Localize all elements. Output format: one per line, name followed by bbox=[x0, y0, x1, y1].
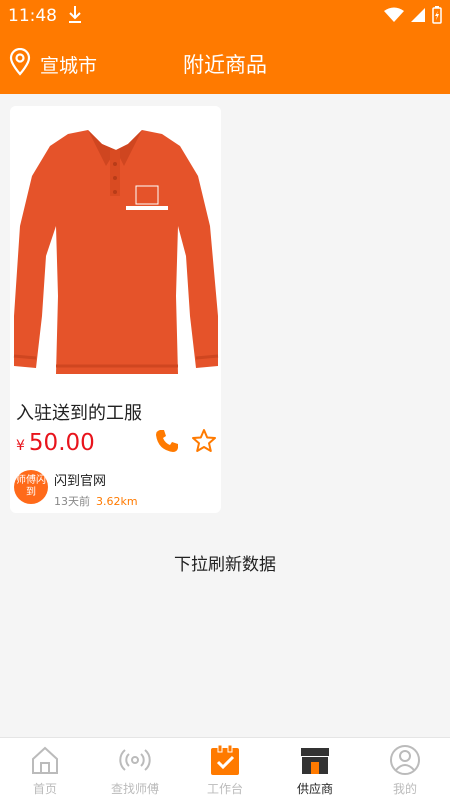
product-meta: 13天前 3.62km bbox=[54, 493, 138, 509]
status-time: 11:48 bbox=[8, 6, 57, 26]
page-title: 附近商品 bbox=[183, 53, 267, 77]
store-icon bbox=[299, 744, 331, 776]
product-card[interactable]: 入驻送到的工服 ¥ 50.00 师傅闪到 闪到官网 13天前 3.62km bbox=[10, 106, 221, 513]
tab-label: 我的 bbox=[392, 782, 417, 796]
system-icons bbox=[384, 6, 442, 28]
bottom-tab-bar: 首页 查找师傅 工作台 供应商 我的 bbox=[0, 737, 450, 800]
download-icon bbox=[68, 5, 82, 27]
distance: 3.62km bbox=[96, 495, 138, 508]
tab-workbench[interactable]: 工作台 bbox=[180, 738, 270, 800]
status-bar: 11:48 bbox=[0, 0, 450, 32]
broadcast-icon bbox=[119, 744, 151, 776]
product-name: 入驻送到的工服 bbox=[16, 403, 142, 424]
app-bar: 宣城市 附近商品 bbox=[0, 32, 450, 94]
tab-home[interactable]: 首页 bbox=[0, 738, 90, 800]
price-value: 50.00 bbox=[28, 430, 95, 456]
tab-mine[interactable]: 我的 bbox=[360, 738, 450, 800]
tab-label: 查找师傅 bbox=[110, 782, 159, 796]
phone-icon[interactable] bbox=[154, 428, 180, 454]
pull-to-refresh-hint: 下拉刷新数据 bbox=[174, 555, 276, 575]
favorite-star-icon[interactable] bbox=[191, 428, 217, 454]
product-image bbox=[10, 106, 221, 389]
signal-icon bbox=[410, 7, 426, 27]
tab-find-worker[interactable]: 查找师傅 bbox=[90, 738, 180, 800]
shop-avatar[interactable]: 师傅闪到 bbox=[14, 470, 48, 504]
user-icon bbox=[389, 744, 421, 776]
home-icon bbox=[29, 744, 61, 776]
battery-icon bbox=[432, 6, 442, 28]
tab-label: 工作台 bbox=[206, 782, 243, 796]
tab-supplier[interactable]: 供应商 bbox=[270, 738, 360, 800]
shop-name[interactable]: 闪到官网 bbox=[54, 470, 106, 489]
time-ago: 13天前 bbox=[54, 495, 90, 508]
clipboard-check-icon bbox=[209, 744, 241, 776]
product-price: ¥ 50.00 bbox=[16, 430, 95, 456]
tab-label: 首页 bbox=[32, 782, 57, 796]
currency-symbol: ¥ bbox=[16, 438, 25, 454]
wifi-icon bbox=[384, 7, 404, 27]
tab-label: 供应商 bbox=[296, 782, 333, 796]
